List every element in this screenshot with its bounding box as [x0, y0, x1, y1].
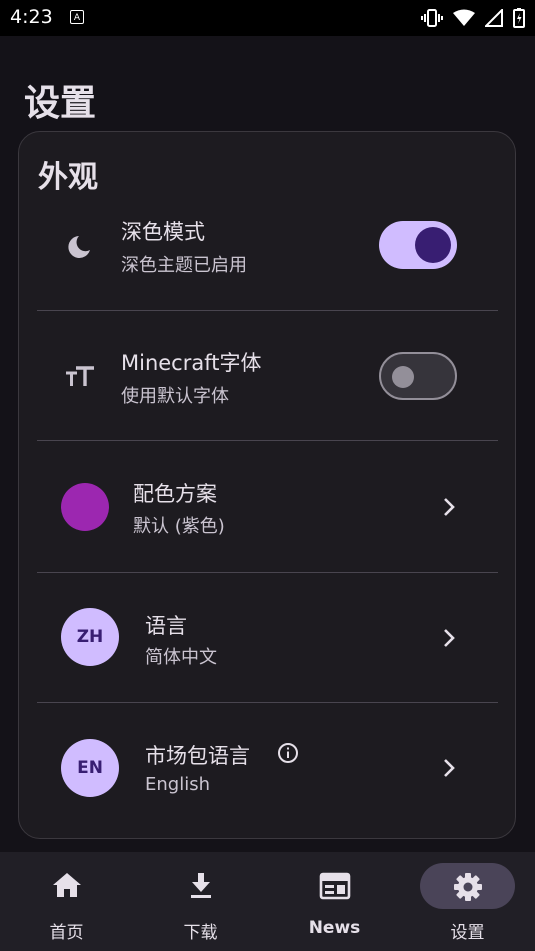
- nav-item-download[interactable]: 下载: [134, 852, 267, 951]
- signal-icon: [485, 9, 503, 27]
- language-badge: ZH: [61, 608, 119, 666]
- app-notification-icon: A: [70, 10, 84, 24]
- nav-label-download: 下载: [183, 923, 218, 943]
- minecraft-font-title: Minecraft字体: [121, 351, 262, 375]
- nav-label-home: 首页: [49, 923, 84, 943]
- setting-dark-mode[interactable]: 深色模式 深色主题已启用: [37, 212, 498, 310]
- page-title: 设置: [24, 83, 97, 124]
- market-language-badge: EN: [61, 739, 119, 797]
- news-icon: [319, 872, 350, 900]
- info-icon[interactable]: [277, 742, 299, 764]
- gear-icon: [453, 873, 482, 901]
- nav-item-settings[interactable]: 设置: [401, 852, 534, 951]
- home-icon: [52, 873, 81, 897]
- chevron-right-icon: [444, 759, 455, 777]
- font-size-icon: [66, 366, 94, 386]
- status-time: 4:23: [10, 6, 53, 28]
- language-title: 语言: [145, 614, 187, 638]
- minecraft-font-subtitle: 使用默认字体: [121, 386, 229, 407]
- nav-item-news[interactable]: News: [268, 852, 401, 951]
- setting-market-language[interactable]: EN 市场包语言 English: [37, 703, 498, 833]
- section-title-appearance: 外观: [38, 160, 98, 195]
- color-scheme-title: 配色方案: [133, 482, 217, 506]
- chevron-right-icon: [444, 629, 455, 647]
- minecraft-font-switch[interactable]: [379, 352, 457, 400]
- chevron-right-icon: [444, 498, 455, 516]
- setting-language[interactable]: ZH 语言 简体中文: [37, 573, 498, 702]
- battery-icon: [513, 8, 525, 28]
- market-language-title: 市场包语言: [145, 744, 250, 768]
- wifi-icon: [453, 9, 475, 26]
- vibrate-icon: [421, 9, 443, 27]
- nav-item-home[interactable]: 首页: [0, 852, 133, 951]
- bottom-navigation: 首页 下载 News 设置: [0, 852, 535, 951]
- dark-mode-subtitle: 深色主题已启用: [121, 255, 247, 276]
- color-scheme-swatch: [61, 483, 109, 531]
- moon-icon: [68, 236, 90, 258]
- color-scheme-subtitle: 默认 (紫色): [133, 516, 225, 537]
- nav-label-settings: 设置: [450, 923, 485, 943]
- setting-minecraft-font[interactable]: Minecraft字体 使用默认字体: [37, 311, 498, 440]
- dark-mode-switch[interactable]: [379, 221, 457, 269]
- dark-mode-title: 深色模式: [121, 220, 205, 244]
- market-language-subtitle: English: [145, 774, 210, 795]
- download-icon: [190, 873, 211, 898]
- nav-label-news: News: [308, 918, 361, 938]
- language-subtitle: 简体中文: [145, 647, 217, 668]
- status-bar: 4:23 A: [0, 0, 535, 36]
- setting-color-scheme[interactable]: 配色方案 默认 (紫色): [37, 441, 498, 571]
